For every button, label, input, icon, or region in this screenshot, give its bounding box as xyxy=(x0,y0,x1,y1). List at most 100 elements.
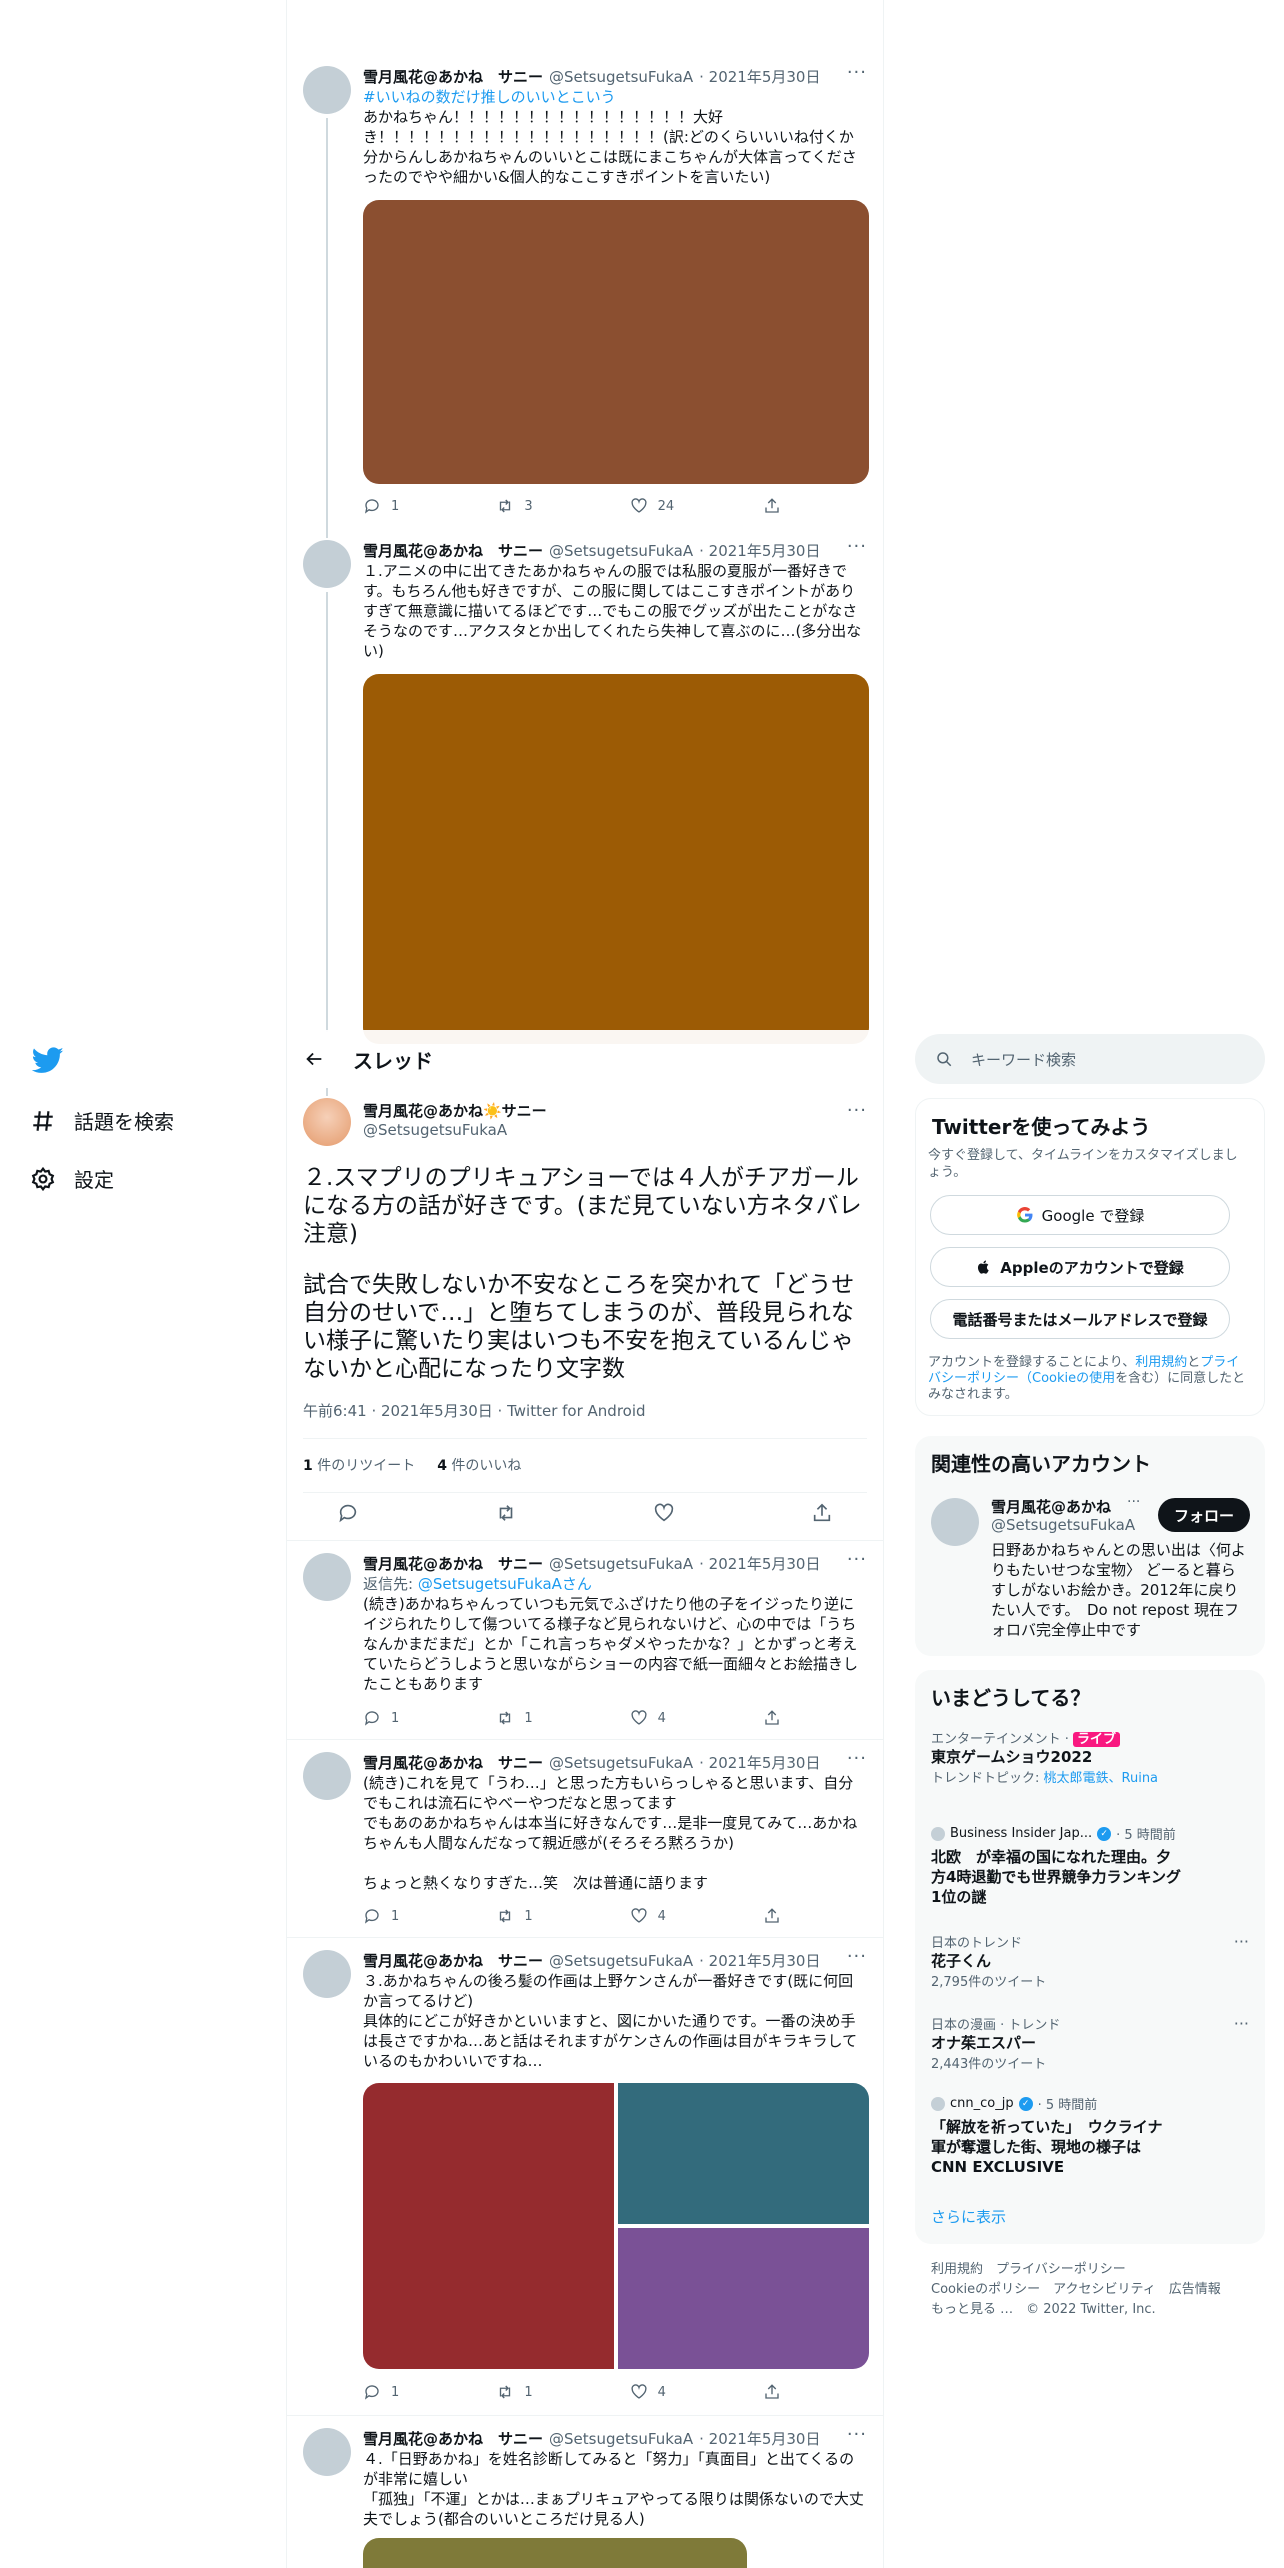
avatar[interactable] xyxy=(303,1950,351,1998)
author-name[interactable]: 雪月風花@あかね サニー xyxy=(363,2428,543,2449)
retweet-button[interactable]: 1 xyxy=(496,1907,596,1925)
author-handle[interactable]: @SetsugetsuFukaA xyxy=(549,542,693,560)
avatar[interactable] xyxy=(303,66,351,114)
reply-button[interactable]: 1 xyxy=(363,1709,463,1727)
reply-button[interactable]: 1 xyxy=(363,1907,463,1925)
news-item[interactable]: Business Insider Jap... ✓ · 5 時間前 北欧 が幸福… xyxy=(931,1824,1249,1907)
media-image-2[interactable] xyxy=(618,2083,869,2224)
reply-button[interactable]: 1 xyxy=(363,2383,463,2401)
related-avatar[interactable] xyxy=(931,1498,979,1546)
trend-sub-links[interactable]: 桃太郎電鉄、Ruina xyxy=(1044,1771,1159,1786)
like-stat[interactable]: 4 件のいいね xyxy=(437,1455,521,1475)
more-icon[interactable]: ··· xyxy=(847,1748,867,1769)
author-handle[interactable]: @SetsugetsuFukaA xyxy=(549,2430,693,2448)
avatar[interactable] xyxy=(303,1752,351,1800)
terms-link[interactable]: 利用規約 xyxy=(1135,1355,1187,1370)
author-name[interactable]: 雪月風花@あかね サニー xyxy=(363,1752,543,1773)
tweet-date[interactable]: · 2021年5月30日 xyxy=(699,2428,820,2449)
more-icon[interactable]: ··· xyxy=(1234,1932,1249,1951)
like-button[interactable]: 4 xyxy=(630,1709,730,1727)
related-name[interactable]: 雪月風花@あかね xyxy=(991,1496,1111,1517)
tweet-date[interactable]: · 2021年5月30日 xyxy=(699,540,820,561)
footer-line-3[interactable]: もっと見る … © 2022 Twitter, Inc. xyxy=(931,2300,1221,2320)
twitter-logo-icon[interactable] xyxy=(32,1044,64,1076)
show-more-link[interactable]: さらに表示 xyxy=(931,2206,1006,2227)
retweet-icon[interactable] xyxy=(495,1502,517,1524)
related-handle[interactable]: @SetsugetsuFukaA xyxy=(991,1516,1135,1534)
trend-item[interactable]: 日本のトレンド 花子くん 2,795件のツイート xyxy=(931,1932,1249,1990)
retweet-button[interactable]: 1 xyxy=(496,2383,596,2401)
reply-button[interactable]: 1 xyxy=(363,497,463,515)
follow-button[interactable]: フォロー xyxy=(1158,1498,1250,1532)
tweet-meta[interactable]: 午前6:41 · 2021年5月30日 · Twitter for Androi… xyxy=(303,1400,646,1421)
more-icon[interactable]: ··· xyxy=(847,1549,867,1570)
tweet-media[interactable] xyxy=(363,2538,747,2568)
tweet-media[interactable] xyxy=(363,200,869,484)
tweet-date[interactable]: · 2021年5月30日 xyxy=(699,1752,820,1773)
avatar[interactable] xyxy=(303,1553,351,1601)
author-handle[interactable]: @SetsugetsuFukaA xyxy=(549,1952,693,1970)
trend-item[interactable]: 日本の漫画 · トレンド オナ茱エスパー 2,443件のツイート xyxy=(931,2014,1249,2072)
more-icon[interactable]: ··· xyxy=(847,1100,867,1121)
news-source-name: cnn_co_jp xyxy=(950,2096,1014,2111)
more-icon[interactable]: ··· xyxy=(1234,2014,1249,2033)
avatar[interactable] xyxy=(303,540,351,588)
tweet-above-2[interactable]: 雪月風花@あかね サニー @SetsugetsuFukaA · 2021年5月3… xyxy=(287,530,883,1044)
footer-line-2[interactable]: Cookieのポリシー アクセシビリティ 広告情報 xyxy=(931,2280,1221,2300)
tweet-date[interactable]: · 2021年5月30日 xyxy=(699,66,820,87)
search-icon xyxy=(937,1052,952,1067)
avatar[interactable] xyxy=(303,2428,351,2476)
author-handle[interactable]: @SetsugetsuFukaA xyxy=(549,1555,693,1573)
search-bar[interactable]: キーワード検索 xyxy=(915,1034,1265,1084)
reply-tweet-3[interactable]: 雪月風花@あかね サニー @SetsugetsuFukaA · 2021年5月3… xyxy=(287,1938,883,2415)
reply-tweet-2[interactable]: 雪月風花@あかね サニー @SetsugetsuFukaA · 2021年5月3… xyxy=(287,1740,883,1937)
share-icon[interactable] xyxy=(811,1502,833,1524)
more-icon[interactable]: ··· xyxy=(1127,1494,1140,1510)
heart-icon[interactable] xyxy=(653,1502,675,1524)
trend-item[interactable]: エンターテインメント · ライブ 東京ゲームショウ2022 トレンドトピック: … xyxy=(931,1728,1249,1786)
author-handle[interactable]: @SetsugetsuFukaA xyxy=(549,1754,693,1772)
reply-to-handle[interactable]: @SetsugetsuFukaAさん xyxy=(418,1575,592,1593)
back-arrow-icon[interactable] xyxy=(303,1048,325,1070)
retweet-button[interactable]: 1 xyxy=(496,1709,596,1727)
reply-tweet-1[interactable]: 雪月風花@あかね サニー @SetsugetsuFukaA · 2021年5月3… xyxy=(287,1541,883,1739)
news-item[interactable]: cnn_co_jp ✓ · 5 時間前 「解放を祈っていた」 ウクライナ軍が奪還… xyxy=(931,2094,1249,2177)
nav-settings[interactable]: 設定 xyxy=(30,1164,114,1193)
like-button[interactable]: 4 xyxy=(630,2383,730,2401)
share-button[interactable] xyxy=(763,1709,793,1727)
author-name[interactable]: 雪月風花@あかね サニー xyxy=(363,1950,543,1971)
author-name[interactable]: 雪月風花@あかね サニー xyxy=(363,1553,543,1574)
author-name[interactable]: 雪月風花@あかね サニー xyxy=(363,66,543,87)
author-handle[interactable]: @SetsugetsuFukaA xyxy=(363,1121,507,1139)
media-image-1[interactable] xyxy=(363,2083,614,2369)
reply-icon[interactable] xyxy=(337,1502,359,1524)
phone-signup-button[interactable]: 電話番号またはメールアドレスで登録 xyxy=(930,1299,1230,1339)
footer-line-1[interactable]: 利用規約 プライバシーポリシー xyxy=(931,2260,1221,2280)
author-handle[interactable]: @SetsugetsuFukaA xyxy=(549,68,693,86)
apple-signup-button[interactable]: Appleのアカウントで登録 xyxy=(930,1247,1230,1287)
reply-tweet-4[interactable]: 雪月風花@あかね サニー @SetsugetsuFukaA · 2021年5月3… xyxy=(287,2416,883,2568)
share-button[interactable] xyxy=(763,497,793,515)
share-button[interactable] xyxy=(763,2383,793,2401)
tweet-media[interactable] xyxy=(363,674,869,1044)
tweet-above-1[interactable]: 雪月風花@あかね サニー @SetsugetsuFukaA · 2021年5月3… xyxy=(287,0,883,538)
like-button[interactable]: 24 xyxy=(630,497,730,515)
tweet-date[interactable]: · 2021年5月30日 xyxy=(699,1553,820,1574)
retweet-stat[interactable]: 1 件のリツイート xyxy=(303,1455,415,1475)
media-image-3[interactable] xyxy=(618,2228,869,2369)
avatar[interactable] xyxy=(303,1098,351,1146)
author-name[interactable]: 雪月風花@あかね☀️サニー xyxy=(363,1100,547,1121)
search-input[interactable]: キーワード検索 xyxy=(971,1049,1076,1070)
author-name[interactable]: 雪月風花@あかね サニー xyxy=(363,540,543,561)
hashtag-link[interactable]: #いいねの数だけ推しのいいとこいう xyxy=(363,87,867,107)
more-icon[interactable]: ··· xyxy=(847,536,867,557)
more-icon[interactable]: ··· xyxy=(847,62,867,83)
like-button[interactable]: 4 xyxy=(630,1907,730,1925)
share-button[interactable] xyxy=(763,1907,793,1925)
tweet-date[interactable]: · 2021年5月30日 xyxy=(699,1950,820,1971)
nav-explore[interactable]: 話題を検索 xyxy=(30,1106,174,1135)
google-signup-button[interactable]: Google で登録 xyxy=(930,1195,1230,1235)
more-icon[interactable]: ··· xyxy=(847,2424,867,2445)
more-icon[interactable]: ··· xyxy=(847,1946,867,1967)
retweet-button[interactable]: 3 xyxy=(496,497,596,515)
